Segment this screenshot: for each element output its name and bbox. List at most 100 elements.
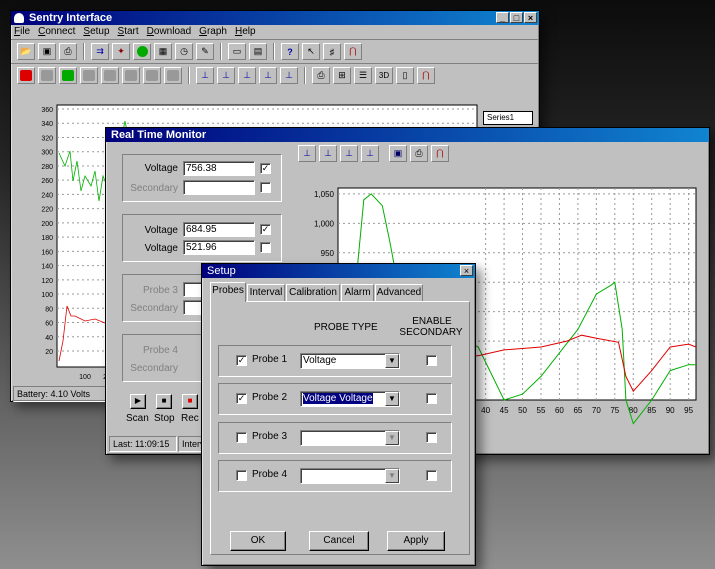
probe-enable-checkbox[interactable]: ✓ bbox=[236, 393, 247, 404]
setup-close-button[interactable]: × bbox=[460, 265, 473, 276]
main-titlebar[interactable]: Sentry Interface _ □ × bbox=[11, 11, 539, 25]
print-chart-icon[interactable]: ⎙ bbox=[312, 67, 330, 84]
setup-tabs: Probes Interval Calibration Alarm Advanc… bbox=[210, 282, 470, 302]
main-y-tick-label: 260 bbox=[41, 178, 53, 185]
rtm-x-tick-label: 50 bbox=[518, 406, 527, 415]
pen-icon[interactable]: ✎ bbox=[196, 43, 214, 60]
menu-graph[interactable]: Graph bbox=[199, 25, 227, 39]
pointer-icon[interactable]: ↖ bbox=[302, 43, 320, 60]
enable-secondary-checkbox[interactable] bbox=[426, 470, 437, 481]
main-y-tick-label: 340 bbox=[41, 121, 53, 128]
open-folder-icon[interactable]: 📂 bbox=[17, 43, 35, 60]
probe-enable-checkbox[interactable] bbox=[236, 432, 247, 443]
probe4-label: Probe 4 bbox=[142, 345, 178, 356]
channel-c1-icon[interactable] bbox=[17, 67, 35, 84]
close-button[interactable]: × bbox=[524, 12, 537, 23]
view-24-icon[interactable]: ⊥ bbox=[238, 67, 256, 84]
threed-icon[interactable]: 3D bbox=[375, 67, 393, 84]
probe-type-select[interactable]: ▼ bbox=[300, 468, 400, 484]
probe1-secondary-checkbox[interactable] bbox=[260, 182, 271, 193]
doc-icon[interactable]: ▯ bbox=[396, 67, 414, 84]
ok-button[interactable]: OK bbox=[230, 531, 286, 551]
scan-button[interactable]: ▶ bbox=[130, 394, 146, 409]
chevron-down-icon[interactable]: ▼ bbox=[385, 354, 399, 368]
rtm-magnet-icon[interactable]: ⋂ bbox=[431, 145, 449, 162]
main-y-tick-label: 100 bbox=[41, 292, 53, 299]
tab-alarm[interactable]: Alarm bbox=[341, 284, 374, 301]
rtm-view-1-icon[interactable]: ⊥ bbox=[298, 145, 316, 162]
enable-secondary-checkbox[interactable] bbox=[426, 355, 437, 366]
enable-header-2: SECONDARY bbox=[399, 327, 463, 338]
print-icon[interactable]: ⎙ bbox=[59, 43, 77, 60]
channel-c8-icon[interactable] bbox=[164, 67, 182, 84]
save-icon[interactable]: ▣ bbox=[38, 43, 56, 60]
help-icon[interactable]: ? bbox=[281, 43, 299, 60]
menu-download[interactable]: Download bbox=[147, 25, 192, 39]
channel-c3-icon[interactable] bbox=[59, 67, 77, 84]
probe-row-label: Probe 4 bbox=[252, 469, 288, 480]
enable-secondary-checkbox[interactable] bbox=[426, 393, 437, 404]
channel-c7-icon[interactable] bbox=[143, 67, 161, 84]
channel-c4-icon[interactable] bbox=[80, 67, 98, 84]
go-icon[interactable] bbox=[133, 43, 151, 60]
rec-label: Rec bbox=[181, 413, 199, 424]
rtm-save-icon[interactable]: ▣ bbox=[389, 145, 407, 162]
tab-probes[interactable]: Probes bbox=[210, 282, 246, 302]
probe-type-select[interactable]: Voltage ▼ bbox=[300, 353, 400, 369]
axis-icon[interactable]: ⊞ bbox=[333, 67, 351, 84]
minimize-button[interactable]: _ bbox=[496, 12, 509, 23]
probe2-checkbox[interactable]: ✓ bbox=[260, 224, 271, 235]
tab-interval[interactable]: Interval bbox=[247, 284, 285, 301]
monitor-icon[interactable]: ▭ bbox=[228, 43, 246, 60]
probe-type-select[interactable]: Voltage Voltage ▼ bbox=[300, 391, 400, 407]
setup-titlebar[interactable]: Setup × bbox=[202, 264, 475, 278]
apply-button[interactable]: Apply bbox=[387, 531, 445, 551]
probe-enable-checkbox[interactable] bbox=[236, 470, 247, 481]
chart-icon[interactable]: ▤ bbox=[249, 43, 267, 60]
rtm-x-tick-label: 65 bbox=[573, 406, 582, 415]
rtm-titlebar[interactable]: Real Time Monitor bbox=[106, 128, 709, 142]
menu-file[interactable]: File bbox=[14, 25, 30, 39]
magnet-icon[interactable]: ⋂ bbox=[344, 43, 362, 60]
menu-help[interactable]: Help bbox=[235, 25, 256, 39]
maximize-button[interactable]: □ bbox=[510, 12, 523, 23]
connect-icon[interactable]: ⇉ bbox=[91, 43, 109, 60]
rtm-view-60-icon[interactable]: ⊥ bbox=[319, 145, 337, 162]
chevron-down-icon[interactable]: ▼ bbox=[385, 392, 399, 406]
main-y-tick-label: 140 bbox=[41, 264, 53, 271]
main-toolbar-1: 📂 ▣ ⎙ ⇉ ✦ ▦ ◷ ✎ ▭ ▤ ? ↖ ♯ ⋂ bbox=[11, 39, 539, 63]
enable-secondary-checkbox[interactable] bbox=[426, 432, 437, 443]
view-zoom-icon[interactable]: ⊥ bbox=[280, 67, 298, 84]
menu-start[interactable]: Start bbox=[118, 25, 139, 39]
magnet2-icon[interactable]: ⋂ bbox=[417, 67, 435, 84]
probe2-secondary-checkbox[interactable] bbox=[260, 242, 271, 253]
view-1-icon[interactable]: ⊥ bbox=[196, 67, 214, 84]
probe1-checkbox[interactable]: ✓ bbox=[260, 163, 271, 174]
chevron-down-icon[interactable]: ▼ bbox=[385, 469, 399, 483]
channel-c2-icon[interactable] bbox=[38, 67, 56, 84]
probe-type-select[interactable]: ▼ bbox=[300, 430, 400, 446]
tools-icon[interactable]: ♯ bbox=[323, 43, 341, 60]
menu-setup[interactable]: Setup bbox=[83, 25, 109, 39]
tab-advanced[interactable]: Advanced bbox=[375, 284, 423, 301]
rtm-print-icon[interactable]: ⎙ bbox=[410, 145, 428, 162]
view-60-icon[interactable]: ⊥ bbox=[217, 67, 235, 84]
rtm-view-60b-icon[interactable]: ⊥ bbox=[340, 145, 358, 162]
tab-calibration[interactable]: Calibration bbox=[286, 284, 340, 301]
cancel-button[interactable]: Cancel bbox=[309, 531, 369, 551]
main-y-tick-label: 240 bbox=[41, 192, 53, 199]
main-y-tick-label: 320 bbox=[41, 135, 53, 142]
clock-icon[interactable]: ◷ bbox=[175, 43, 193, 60]
stop-button[interactable]: ■ bbox=[156, 394, 172, 409]
probe-icon[interactable]: ✦ bbox=[112, 43, 130, 60]
channel-c5-icon[interactable] bbox=[101, 67, 119, 84]
view-range-icon[interactable]: ⊥ bbox=[259, 67, 277, 84]
channel-c6-icon[interactable] bbox=[122, 67, 140, 84]
rtm-view-24-icon[interactable]: ⊥ bbox=[361, 145, 379, 162]
menu-connect[interactable]: Connect bbox=[38, 25, 75, 39]
rec-button[interactable]: ■ bbox=[182, 394, 198, 409]
chevron-down-icon[interactable]: ▼ bbox=[385, 431, 399, 445]
list-icon[interactable]: ☰ bbox=[354, 67, 372, 84]
probe-enable-checkbox[interactable]: ✓ bbox=[236, 355, 247, 366]
calendar-icon[interactable]: ▦ bbox=[154, 43, 172, 60]
